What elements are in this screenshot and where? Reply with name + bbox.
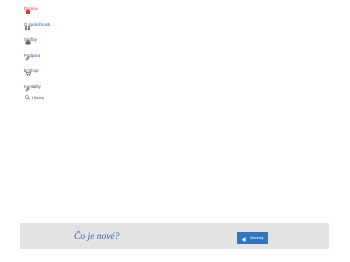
nav-item-domov[interactable]: Domov — [24, 0, 84, 16]
whats-new-banner: Čo je nové? Novinky — [20, 223, 329, 249]
nav-item-podpora[interactable]: Podpora — [24, 47, 84, 63]
whats-new-title: Čo je nové? — [74, 232, 120, 242]
main-nav: Domov O spoločnosti Služby Podpora E-Sho… — [24, 0, 84, 93]
search-icon — [25, 94, 30, 100]
nav-item-label: E-Shop — [24, 68, 39, 73]
nav-item-sluzby[interactable]: Služby — [24, 31, 84, 47]
nav-item-label: Kontakty — [24, 83, 41, 89]
nav-item-label: Domov — [24, 6, 38, 11]
megaphone-icon — [242, 229, 247, 247]
nav-item-o-spolocnosti[interactable]: O spoločnosti — [24, 16, 84, 32]
nav-item-kontakty[interactable]: Kontakty — [24, 78, 84, 94]
search-link[interactable]: Hľadaj — [25, 94, 44, 100]
news-button[interactable]: Novinky — [237, 232, 268, 244]
nav-item-label: O spoločnosti — [24, 21, 51, 27]
news-button-label: Novinky — [250, 236, 264, 240]
nav-item-label: Podpora — [24, 52, 41, 58]
search-label: Hľadaj — [32, 94, 44, 100]
nav-item-label: Služby — [24, 37, 37, 42]
nav-item-e-shop[interactable]: E-Shop — [24, 62, 84, 78]
